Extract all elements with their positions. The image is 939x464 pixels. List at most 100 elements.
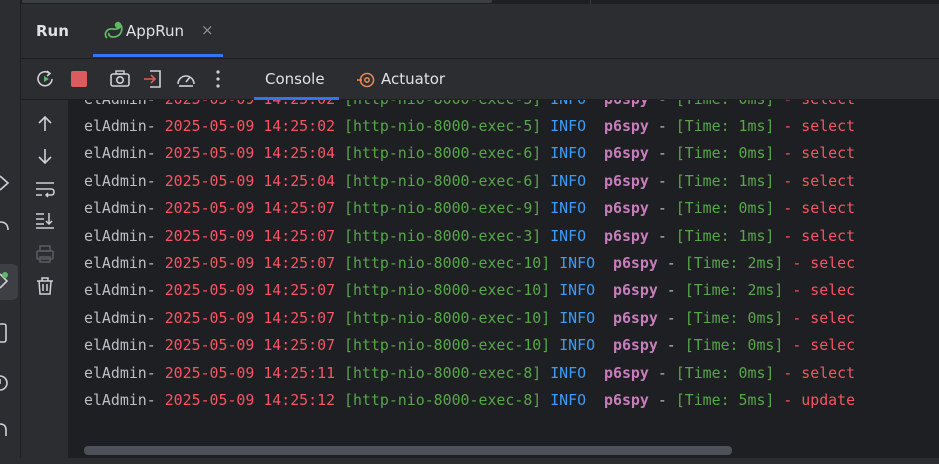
more-vertical-icon[interactable] xyxy=(207,68,229,90)
log-app: elAdmin- xyxy=(84,254,156,272)
log-timestamp: 2025-05-09 14:25:07 xyxy=(164,336,336,355)
log-app: elAdmin- xyxy=(84,199,156,218)
log-level: INFO xyxy=(550,144,587,163)
log-thread: [http-nio-8000-exec-8] xyxy=(344,363,542,382)
log-duration: [Time: 0ms] xyxy=(675,199,775,218)
log-level: INFO xyxy=(559,336,596,355)
log-duration: [Time: 1ms] xyxy=(675,226,775,245)
log-duration: [Time: 1ms] xyxy=(675,171,775,190)
tab-actuator[interactable]: Actuator xyxy=(347,59,457,100)
log-level: INFO xyxy=(550,117,587,135)
gauge-icon[interactable] xyxy=(175,68,197,90)
log-level: INFO xyxy=(550,171,587,190)
log-source: p6spy xyxy=(604,117,649,135)
log-level: INFO xyxy=(550,199,587,218)
log-timestamp: 2025-05-09 14:25:02 xyxy=(164,117,336,135)
stop-icon[interactable] xyxy=(68,68,90,90)
editor-scrollbar[interactable] xyxy=(22,0,492,3)
log-thread: [http-nio-8000-exec-10] xyxy=(344,254,551,272)
log-source: p6spy xyxy=(613,281,658,300)
trash-icon[interactable] xyxy=(34,275,56,297)
pull-requests-icon[interactable] xyxy=(0,214,18,236)
log-separator: - xyxy=(657,391,667,409)
log-message: - select xyxy=(783,144,856,163)
log-line: elAdmin- 2025-05-09 14:25:02 [http-nio-8… xyxy=(84,116,855,143)
log-timestamp: 2025-05-09 14:25:12 xyxy=(164,391,336,409)
log-timestamp: 2025-05-09 14:25:07 xyxy=(164,199,336,218)
log-timestamp: 2025-05-09 14:25:11 xyxy=(164,363,336,382)
log-separator: - xyxy=(657,171,667,190)
log-thread: [http-nio-8000-exec-6] xyxy=(344,171,542,190)
log-thread: [http-nio-8000-exec-3] xyxy=(344,226,542,245)
run-icon[interactable] xyxy=(0,270,18,292)
close-icon[interactable]: × xyxy=(201,21,214,39)
terminal-icon[interactable] xyxy=(0,322,18,344)
problems-icon[interactable] xyxy=(0,372,18,394)
actuator-icon xyxy=(357,72,375,88)
log-duration: [Time: 0ms] xyxy=(676,100,775,108)
log-message: - update xyxy=(783,391,856,409)
log-app: elAdmin- xyxy=(84,336,156,355)
log-line: elAdmin- 2025-05-09 14:25:07 [http-nio-8… xyxy=(84,198,855,225)
log-line: elAdmin- 2025-05-09 14:25:04 [http-nio-8… xyxy=(84,143,855,170)
console-output[interactable]: elAdmin- 2025-05-09 14:25:02 [http-nio-8… xyxy=(70,100,939,458)
log-duration: [Time: 0ms] xyxy=(675,144,775,163)
log-separator: - xyxy=(666,336,676,355)
commit-icon[interactable] xyxy=(0,172,18,194)
spring-run-icon xyxy=(104,21,123,39)
bottom-strip xyxy=(0,458,939,464)
log-separator: - xyxy=(666,254,676,272)
log-source: p6spy xyxy=(613,254,658,272)
log-duration: [Time: 1ms] xyxy=(675,117,775,135)
log-level: INFO xyxy=(550,363,587,382)
log-level: INFO xyxy=(550,226,587,245)
log-level: INFO xyxy=(559,308,596,327)
log-timestamp: 2025-05-09 14:25:07 xyxy=(164,254,336,272)
rerun-icon[interactable] xyxy=(35,68,57,90)
log-thread: [http-nio-8000-exec-6] xyxy=(344,144,542,163)
log-message: - select xyxy=(783,199,856,218)
log-source: p6spy xyxy=(604,226,649,245)
up-arrow-icon[interactable] xyxy=(34,113,56,135)
log-separator: - xyxy=(657,363,667,382)
scroll-to-end-icon[interactable] xyxy=(34,209,56,231)
log-source: p6spy xyxy=(604,171,649,190)
log-message: - selec xyxy=(792,336,856,355)
log-level: INFO xyxy=(559,281,596,300)
log-app: elAdmin- xyxy=(84,281,156,300)
tab-apprun[interactable]: AppRun × xyxy=(93,12,223,57)
git-icon[interactable] xyxy=(0,418,18,440)
log-separator: - xyxy=(657,117,667,135)
log-duration: [Time: 2ms] xyxy=(684,254,784,272)
log-level: INFO xyxy=(550,100,586,108)
log-separator: - xyxy=(658,100,667,108)
log-duration: [Time: 0ms] xyxy=(684,336,784,355)
soft-wrap-icon[interactable] xyxy=(34,178,56,200)
log-app: elAdmin- xyxy=(84,117,156,135)
log-app: elAdmin- xyxy=(84,226,156,245)
exit-icon[interactable] xyxy=(142,68,164,90)
log-line: elAdmin- 2025-05-09 14:25:07 [http-nio-8… xyxy=(84,253,855,280)
log-separator: - xyxy=(657,144,667,163)
log-app: elAdmin- xyxy=(84,308,156,327)
log-duration: [Time: 5ms] xyxy=(675,391,775,409)
tab-console[interactable]: Console xyxy=(254,59,339,100)
log-separator: - xyxy=(657,226,667,245)
log-source: p6spy xyxy=(613,308,658,327)
camera-icon[interactable] xyxy=(109,68,131,90)
tab-active-underline xyxy=(93,54,223,57)
log-timestamp: 2025-05-09 14:25:04 xyxy=(164,171,336,190)
log-timestamp: 2025-05-09 14:25:04 xyxy=(164,144,336,163)
log-line: elAdmin- 2025-05-09 14:25:07 [http-nio-8… xyxy=(84,308,855,335)
log-duration: [Time: 0ms] xyxy=(684,308,784,327)
horizontal-scrollbar[interactable] xyxy=(84,446,732,455)
log-thread: [http-nio-8000-exec-5] xyxy=(344,100,541,108)
log-app: elAdmin- xyxy=(84,391,156,409)
down-arrow-icon[interactable] xyxy=(34,145,56,167)
log-app: elAdmin- xyxy=(84,171,156,190)
log-duration: [Time: 0ms] xyxy=(675,363,775,382)
log-message: - selec xyxy=(792,254,856,272)
log-level: INFO xyxy=(550,391,587,409)
log-line: elAdmin- 2025-05-09 14:25:12 [http-nio-8… xyxy=(84,390,855,417)
log-source: p6spy xyxy=(604,100,649,108)
